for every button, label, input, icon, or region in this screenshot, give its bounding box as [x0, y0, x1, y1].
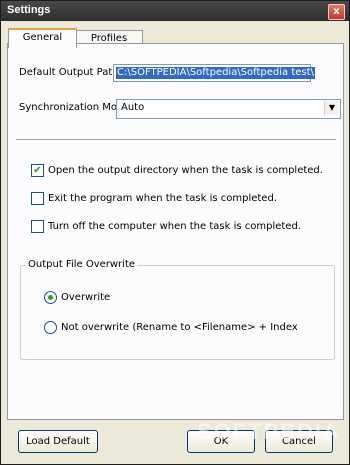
window-title: Settings [7, 4, 51, 16]
turn-off-checkbox[interactable] [31, 220, 44, 233]
overwrite-radio[interactable] [44, 291, 57, 304]
tab-general[interactable]: General [8, 28, 77, 48]
sync-mode-value: Auto [121, 102, 145, 113]
divider [16, 139, 336, 141]
exit-program-checkbox[interactable] [31, 192, 44, 205]
title-bar[interactable]: Settings x [1, 1, 349, 21]
open-dir-label: Open the output directory when the task … [48, 165, 323, 176]
settings-window: Settings x General Profiles Default Outp… [0, 0, 350, 465]
tab-general-label: General [22, 32, 63, 43]
chevron-down-icon[interactable]: ▼ [324, 101, 339, 115]
softpedia-watermark: SOFTPEDIA [197, 419, 341, 444]
not-overwrite-label: Not overwrite (Rename to <Filename> + In… [61, 322, 298, 333]
output-path-field[interactable]: C:\SOFTPEDIA\Softpedia\Softpedia test\ [113, 64, 315, 82]
turn-off-label: Turn off the computer when the task is c… [48, 221, 301, 232]
close-icon[interactable]: x [328, 4, 345, 20]
overwrite-group-title: Output File Overwrite [26, 259, 138, 270]
output-path-value: C:\SOFTPEDIA\Softpedia\Softpedia test\ [116, 67, 315, 79]
output-path-label: Default Output Path: [19, 67, 122, 78]
load-default-button[interactable]: Load Default [18, 430, 98, 453]
sync-mode-select[interactable]: Auto ▼ [116, 99, 341, 119]
overwrite-label: Overwrite [61, 292, 111, 303]
general-panel: Default Output Path: C:\SOFTPEDIA\Softpe… [7, 43, 344, 420]
radio-selected-dot [48, 295, 53, 300]
open-dir-checkbox[interactable]: ✔ [31, 164, 44, 177]
overwrite-group [20, 265, 335, 360]
exit-program-label: Exit the program when the task is comple… [48, 193, 277, 204]
not-overwrite-radio[interactable] [44, 321, 57, 334]
